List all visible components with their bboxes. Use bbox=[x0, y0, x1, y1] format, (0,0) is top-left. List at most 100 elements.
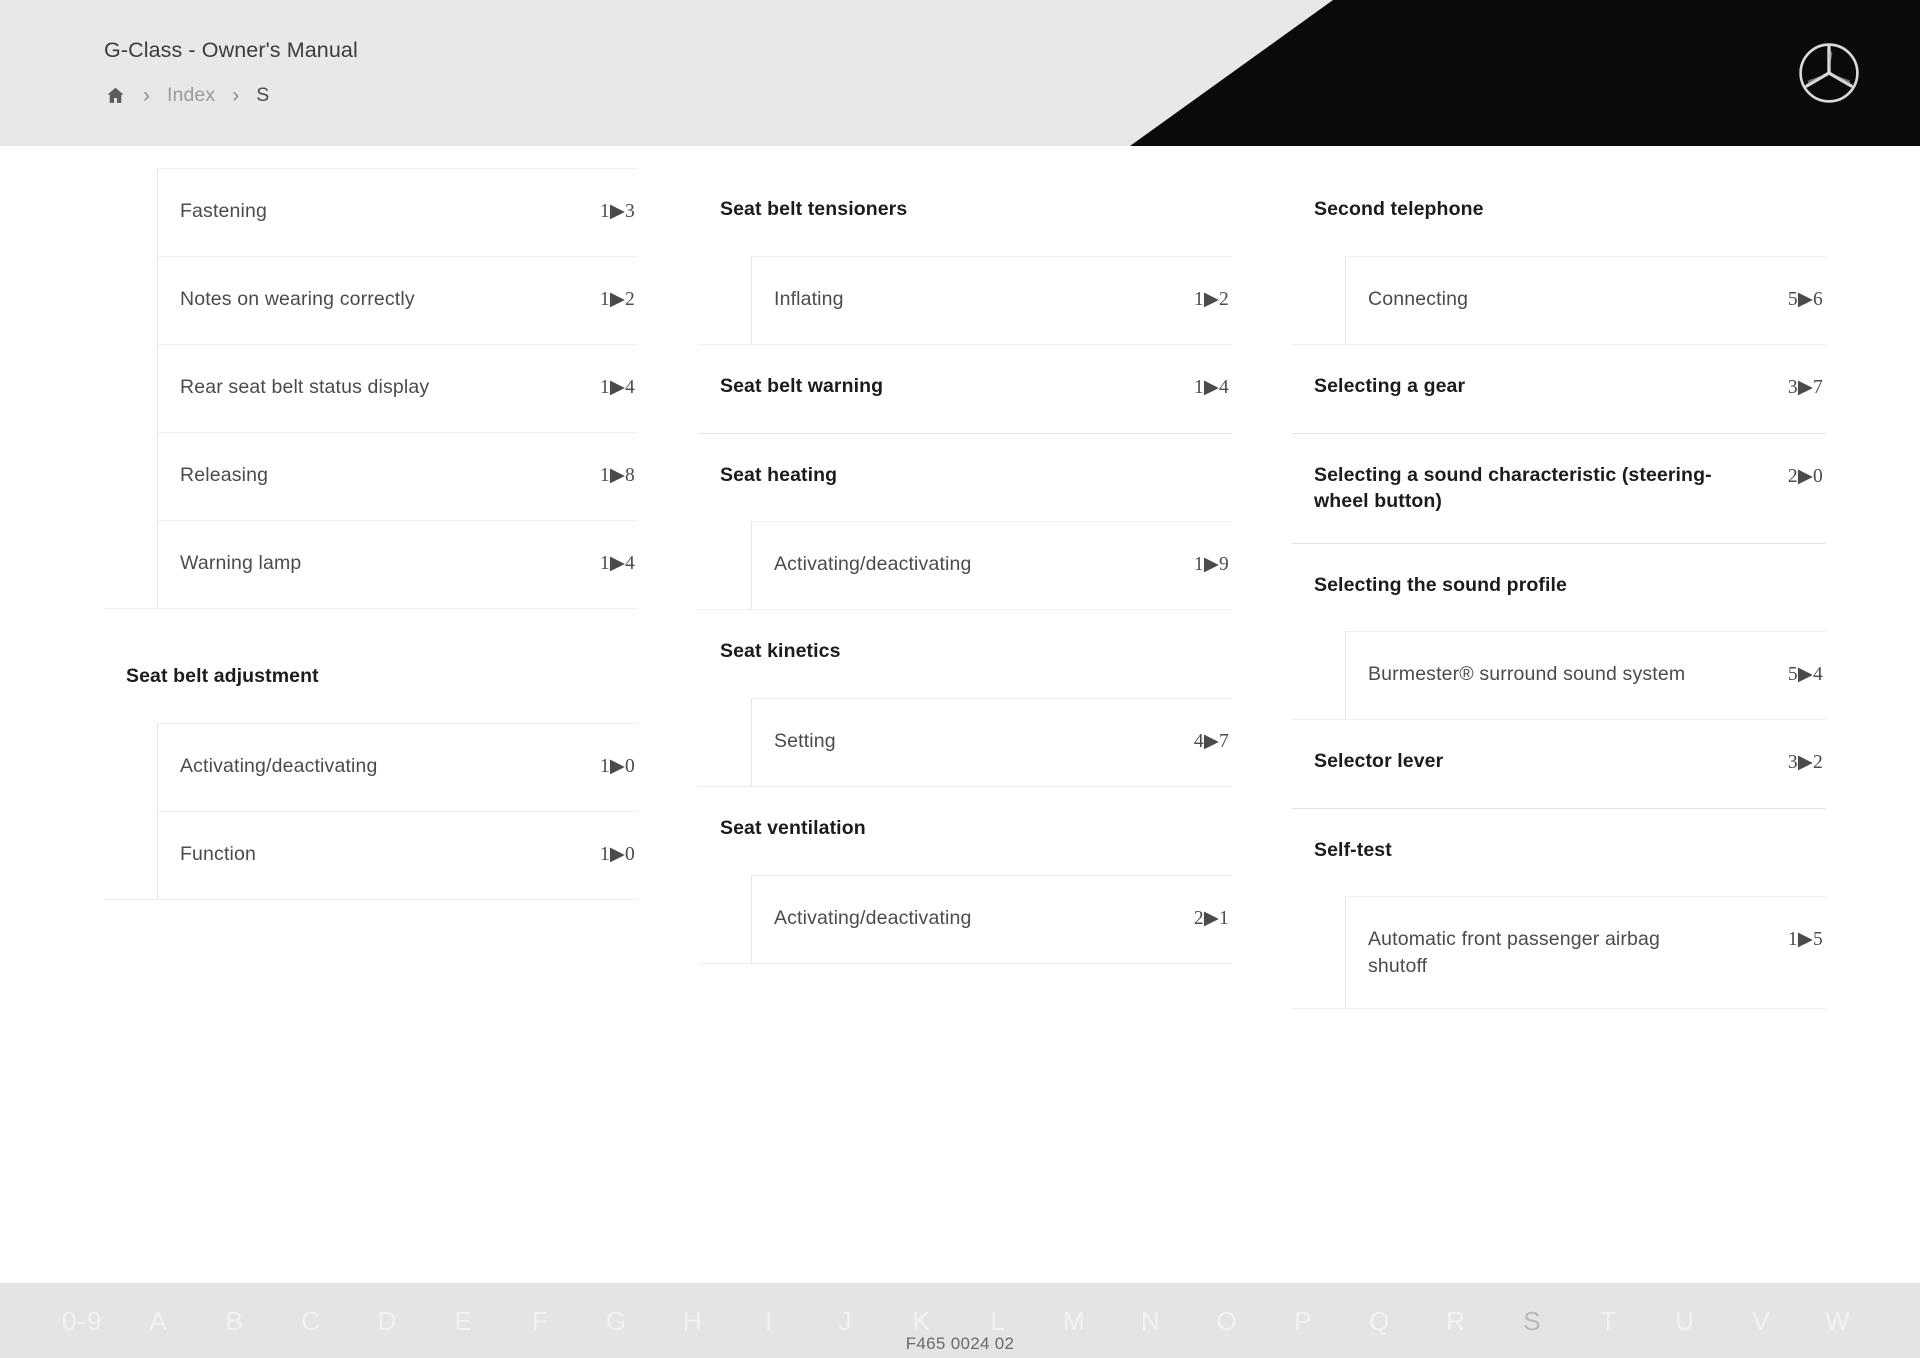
entry-label: Activating/deactivating bbox=[774, 553, 972, 575]
entry-group: Selector lever 3▶2 bbox=[1292, 720, 1826, 808]
index-main-entry[interactable]: Seat heating bbox=[698, 433, 1232, 521]
alpha-item-i[interactable]: I bbox=[731, 1308, 807, 1334]
sub-entry-block: Connecting 5▶6 bbox=[1292, 256, 1826, 345]
index-sub-entry[interactable]: Rear seat belt status display 1▶4 bbox=[157, 344, 638, 432]
entry-label: Seat heating bbox=[720, 464, 838, 486]
alpha-item-h[interactable]: H bbox=[655, 1308, 731, 1334]
page-title: G-Class - Owner's Manual bbox=[104, 38, 358, 62]
index-sub-entry[interactable]: Fastening 1▶3 bbox=[157, 168, 638, 256]
home-icon[interactable] bbox=[104, 84, 126, 106]
alpha-item-l[interactable]: L bbox=[960, 1308, 1036, 1334]
alpha-item-q[interactable]: Q bbox=[1342, 1308, 1418, 1334]
page-number: 2▶0 bbox=[1787, 466, 1823, 487]
alpha-item-p[interactable]: P bbox=[1265, 1308, 1341, 1334]
index-sub-entry[interactable]: Releasing 1▶8 bbox=[157, 432, 638, 520]
sub-entry-block: Burmester® surround sound system 5▶4 bbox=[1292, 631, 1826, 721]
alpha-item-f[interactable]: F bbox=[502, 1308, 578, 1334]
alpha-item-a[interactable]: A bbox=[120, 1308, 196, 1334]
alpha-item-m[interactable]: M bbox=[1036, 1308, 1112, 1334]
index-main-entry[interactable]: Seat belt tensioners bbox=[698, 168, 1232, 256]
alpha-item-n[interactable]: N bbox=[1113, 1308, 1189, 1334]
breadcrumb-item-index[interactable]: Index bbox=[167, 84, 215, 107]
document-code: F465 0024 02 bbox=[905, 1334, 1015, 1353]
index-sub-entry[interactable]: Inflating 1▶2 bbox=[751, 256, 1232, 344]
alpha-item-k[interactable]: K bbox=[884, 1308, 960, 1334]
alpha-item-w[interactable]: W bbox=[1800, 1308, 1876, 1334]
entry-label: Second telephone bbox=[1314, 198, 1484, 220]
page-number: 2▶1 bbox=[1193, 908, 1229, 929]
alpha-item-v[interactable]: V bbox=[1723, 1308, 1799, 1334]
index-main-entry[interactable]: Selecting a gear 3▶7 bbox=[1292, 345, 1826, 433]
entry-label: Selecting a sound characteristic (steeri… bbox=[1314, 464, 1712, 512]
entry-label: Seat belt tensioners bbox=[720, 198, 908, 220]
entry-group: Seat belt warning 1▶4 bbox=[698, 345, 1232, 433]
index-main-entry[interactable]: Seat belt warning 1▶4 bbox=[698, 345, 1232, 433]
index-main-entry[interactable]: Seat ventilation bbox=[698, 787, 1232, 875]
entry-group: Selecting the sound profile Burmester® s… bbox=[1292, 543, 1826, 721]
index-sub-entry[interactable]: Setting 4▶7 bbox=[751, 698, 1232, 786]
index-sub-entry[interactable]: Activating/deactivating 2▶1 bbox=[751, 875, 1232, 963]
page-number: 5▶6 bbox=[1787, 289, 1823, 310]
entry-group: Fastening 1▶3 Notes on wearing correctly… bbox=[104, 168, 638, 609]
index-sub-entry[interactable]: Notes on wearing correctly 1▶2 bbox=[157, 256, 638, 344]
index-column-1: Fastening 1▶3 Notes on wearing correctly… bbox=[104, 168, 638, 1009]
page-number: 3▶2 bbox=[1787, 752, 1823, 774]
index-sub-entry[interactable]: Function 1▶0 bbox=[157, 811, 638, 899]
entry-label: Warning lamp bbox=[180, 552, 302, 574]
page-number: 1▶5 bbox=[1787, 929, 1823, 951]
alpha-item-g[interactable]: G bbox=[578, 1308, 654, 1334]
index-main-entry[interactable]: Second telephone bbox=[1292, 168, 1826, 256]
sub-entry-block: Setting 4▶7 bbox=[698, 698, 1232, 787]
entry-label: Activating/deactivating bbox=[180, 755, 378, 777]
entry-label: Fastening bbox=[180, 200, 267, 222]
alpha-item-o[interactable]: O bbox=[1189, 1308, 1265, 1334]
alpha-item-t[interactable]: T bbox=[1571, 1308, 1647, 1334]
alpha-item-d[interactable]: D bbox=[349, 1308, 425, 1334]
index-main-entry[interactable]: Selector lever 3▶2 bbox=[1292, 720, 1826, 808]
alpha-item-u[interactable]: U bbox=[1647, 1308, 1723, 1334]
index-sub-entry[interactable]: Burmester® surround sound system 5▶4 bbox=[1345, 631, 1826, 720]
index-main-entry[interactable]: Self-test bbox=[1292, 808, 1826, 896]
entry-group: Seat belt tensioners Inflating 1▶2 bbox=[698, 168, 1232, 345]
entry-label: Selecting a gear bbox=[1314, 375, 1466, 397]
index-sub-entry[interactable]: Activating/deactivating 1▶9 bbox=[751, 521, 1232, 609]
alpha-item-e[interactable]: E bbox=[426, 1308, 502, 1334]
index-main-entry[interactable]: Seat belt adjustment bbox=[104, 635, 638, 723]
sub-entry-block: Activating/deactivating 1▶0 Function 1▶0 bbox=[104, 723, 638, 900]
alpha-item-r[interactable]: R bbox=[1418, 1308, 1494, 1334]
entry-label: Function bbox=[180, 843, 256, 865]
entry-label: Seat kinetics bbox=[720, 640, 841, 662]
index-sub-entry[interactable]: Connecting 5▶6 bbox=[1345, 256, 1826, 344]
page-number: 1▶4 bbox=[599, 553, 635, 574]
alpha-item-b[interactable]: B bbox=[197, 1308, 273, 1334]
index-sub-entry[interactable]: Activating/deactivating 1▶0 bbox=[157, 723, 638, 811]
index-sub-entry[interactable]: Automatic front passenger airbag shutoff… bbox=[1345, 896, 1826, 1008]
page-number: 1▶0 bbox=[599, 756, 635, 777]
alpha-item-j[interactable]: J bbox=[807, 1308, 883, 1334]
entry-label: Inflating bbox=[774, 288, 844, 310]
entry-label: Burmester® surround sound system bbox=[1368, 663, 1686, 686]
entry-label: Connecting bbox=[1368, 288, 1469, 310]
alpha-item-c[interactable]: C bbox=[273, 1308, 349, 1334]
mercedes-benz-star-icon bbox=[1796, 40, 1862, 106]
entry-group: Seat kinetics Setting 4▶7 bbox=[698, 610, 1232, 787]
page-number: 1▶0 bbox=[599, 844, 635, 865]
index-sub-entry[interactable]: Warning lamp 1▶4 bbox=[157, 520, 638, 608]
index-main-entry[interactable]: Selecting the sound profile bbox=[1292, 543, 1826, 631]
entry-label: Rear seat belt status display bbox=[180, 376, 430, 398]
entry-label: Seat ventilation bbox=[720, 817, 866, 839]
index-column-3: Second telephone Connecting 5▶6 Selectin… bbox=[1292, 168, 1826, 1009]
alpha-item-0-9[interactable]: 0-9 bbox=[44, 1308, 120, 1334]
entry-group: Second telephone Connecting 5▶6 bbox=[1292, 168, 1826, 345]
index-page-body: Fastening 1▶3 Notes on wearing correctly… bbox=[0, 146, 1920, 1321]
page-number: 3▶7 bbox=[1787, 377, 1823, 398]
entry-label: Setting bbox=[774, 730, 836, 752]
index-main-entry[interactable]: Selecting a sound characteristic (steeri… bbox=[1292, 433, 1826, 543]
alpha-item-s[interactable]: S bbox=[1494, 1308, 1570, 1334]
sub-entry-block: Inflating 1▶2 bbox=[698, 256, 1232, 345]
entry-label: Activating/deactivating bbox=[774, 907, 972, 929]
index-main-entry[interactable]: Seat kinetics bbox=[698, 610, 1232, 698]
page-number: 1▶9 bbox=[1193, 554, 1229, 575]
entry-group: Selecting a sound characteristic (steeri… bbox=[1292, 433, 1826, 543]
